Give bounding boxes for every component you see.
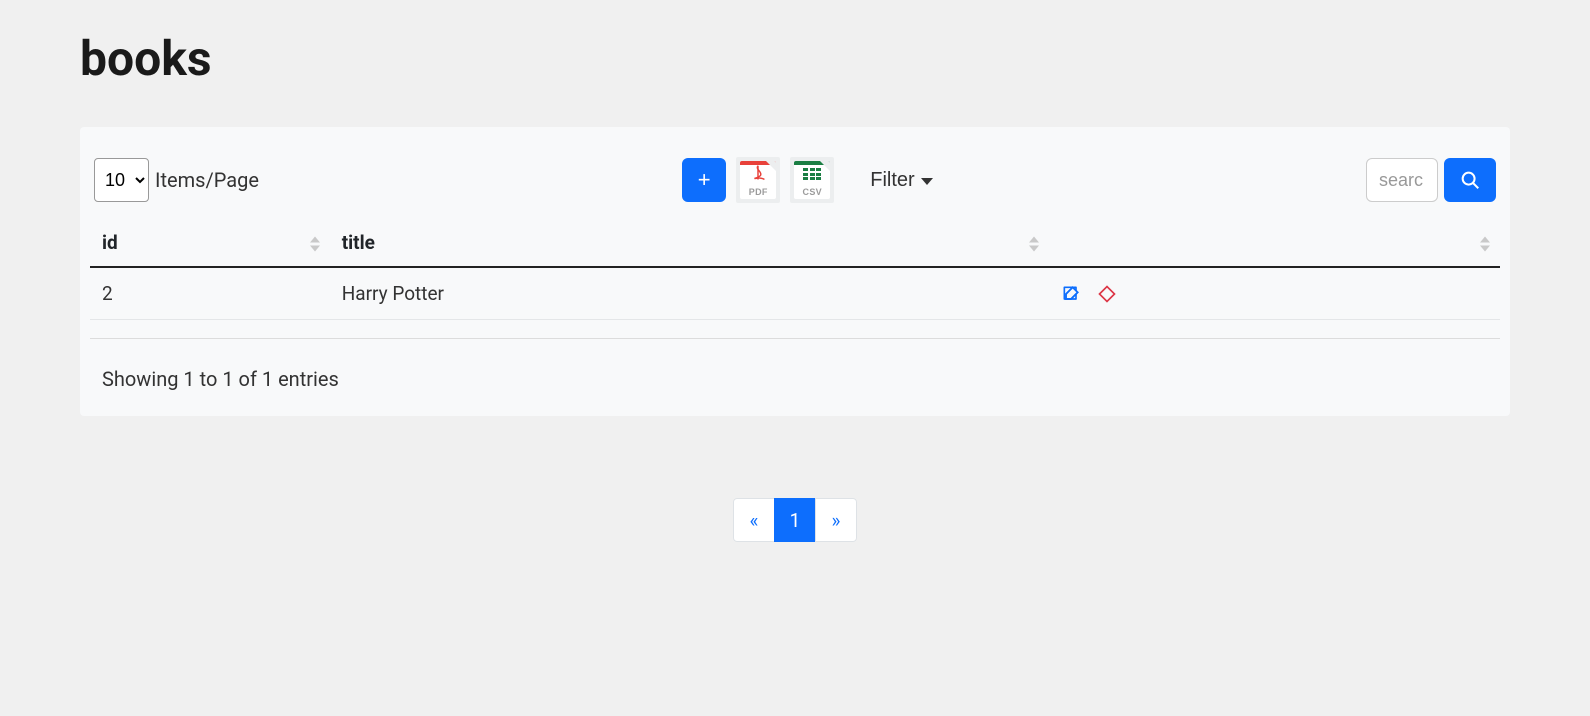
pagination: « 1 » (733, 498, 857, 542)
pagination-next[interactable]: » (815, 498, 857, 542)
sort-icon (310, 236, 320, 251)
showing-entries-text: Showing 1 to 1 of 1 entries (90, 367, 1500, 391)
toolbar: 10 Items/Page + (90, 157, 1500, 203)
column-header-id[interactable]: id (90, 221, 330, 267)
edit-icon (1061, 284, 1081, 304)
items-per-page-label: Items/Page (155, 168, 259, 192)
add-button[interactable]: + (682, 158, 726, 202)
items-per-page-select[interactable]: 10 (94, 158, 149, 202)
chevron-down-icon (921, 178, 933, 185)
filter-dropdown[interactable]: Filter (860, 163, 942, 198)
search-button[interactable] (1444, 158, 1496, 202)
export-csv-button[interactable]: CSV (790, 157, 834, 203)
delete-button[interactable] (1097, 284, 1117, 304)
cell-id: 2 (90, 267, 330, 320)
page-title: books (80, 30, 1510, 87)
pagination-prev[interactable]: « (733, 498, 775, 542)
column-header-actions (1049, 221, 1500, 267)
cell-title: Harry Potter (330, 267, 1049, 320)
search-input[interactable] (1366, 158, 1438, 202)
books-table: id title (90, 221, 1500, 320)
sort-icon (1480, 236, 1490, 251)
pagination-page-1[interactable]: 1 (774, 498, 816, 542)
plus-icon: + (698, 169, 711, 191)
edit-button[interactable] (1061, 284, 1081, 304)
column-header-title[interactable]: title (330, 221, 1049, 267)
export-pdf-button[interactable]: PDF (736, 157, 780, 203)
search-icon (1459, 169, 1481, 191)
table-panel: 10 Items/Page + (80, 127, 1510, 416)
eraser-icon (1097, 284, 1117, 304)
sort-icon (1029, 236, 1039, 251)
table-row: 2 Harry Potter (90, 267, 1500, 320)
